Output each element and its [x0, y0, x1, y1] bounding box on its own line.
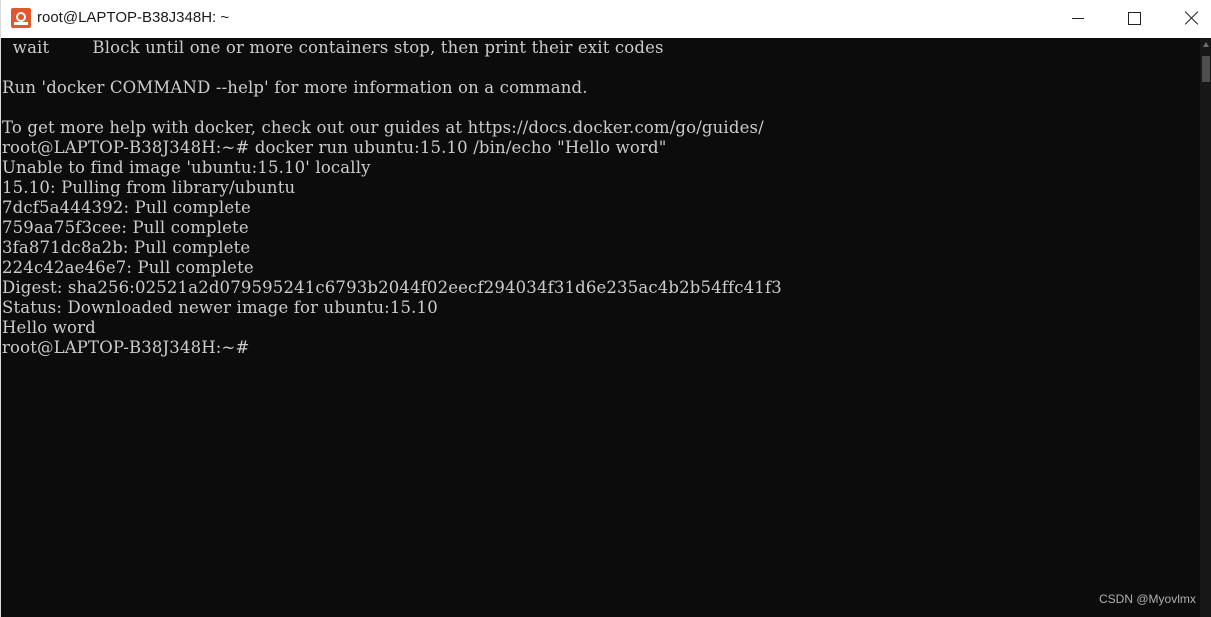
terminal-line: Run 'docker COMMAND --help' for more inf… — [2, 78, 588, 97]
terminal-line: root@LAPTOP-B38J348H:~# — [2, 338, 250, 357]
terminal-line: Status: Downloaded newer image for ubunt… — [2, 298, 438, 317]
terminal-output[interactable]: wait Block until one or more containers … — [1, 38, 1200, 617]
scroll-up-arrow-icon[interactable] — [1203, 42, 1209, 47]
maximize-icon — [1128, 12, 1141, 25]
terminal-line: 15.10: Pulling from library/ubuntu — [2, 178, 296, 197]
minimize-icon — [1072, 18, 1084, 19]
ubuntu-terminal-icon[interactable] — [11, 8, 31, 28]
terminal-line: 759aa75f3cee: Pull complete — [2, 218, 249, 237]
terminal-line: 3fa871dc8a2b: Pull complete — [2, 238, 251, 257]
terminal-line: root@LAPTOP-B38J348H:~# docker run ubunt… — [2, 138, 667, 157]
terminal-line: wait Block until one or more containers … — [2, 38, 664, 57]
close-button[interactable] — [1154, 0, 1211, 38]
close-icon — [1185, 11, 1199, 25]
terminal-line: Hello word — [2, 318, 96, 337]
watermark: CSDN @Myovlmx — [1099, 592, 1196, 606]
terminal-line: 7dcf5a444392: Pull complete — [2, 198, 251, 217]
vertical-scrollbar[interactable] — [1200, 38, 1211, 617]
minimize-button[interactable] — [1048, 0, 1106, 38]
terminal-window: root@LAPTOP-B38J348H: ~ wait Block until… — [0, 0, 1211, 617]
terminal-line: To get more help with docker, check out … — [2, 118, 764, 137]
title-bar[interactable]: root@LAPTOP-B38J348H: ~ — [1, 0, 1211, 38]
window-title: root@LAPTOP-B38J348H: ~ — [37, 9, 230, 26]
terminal-line: Digest: sha256:02521a2d079595241c6793b20… — [2, 278, 782, 297]
terminal-line: Unable to find image 'ubuntu:15.10' loca… — [2, 158, 371, 177]
terminal-line: 224c42ae46e7: Pull complete — [2, 258, 254, 277]
scroll-thumb[interactable] — [1202, 56, 1210, 82]
